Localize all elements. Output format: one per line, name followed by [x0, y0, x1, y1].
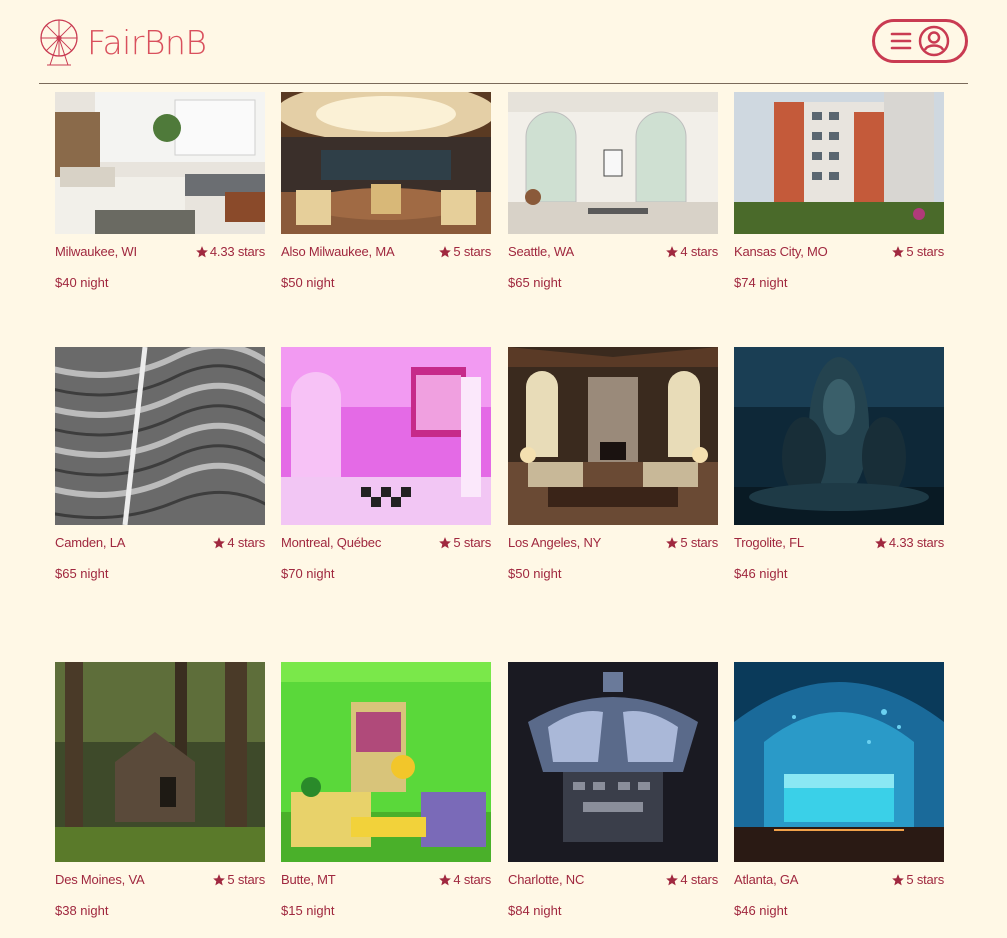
listing-rating: 4 stars: [665, 872, 718, 887]
listing-card[interactable]: Kansas City, MO 5 stars $74 night: [734, 92, 944, 290]
star-icon: [439, 536, 452, 548]
listing-photo[interactable]: [508, 92, 718, 234]
listing-rating: 5 stars: [665, 535, 718, 550]
listing-price: $70 night: [281, 566, 335, 581]
listing-price: $46 night: [734, 566, 788, 581]
listing-price: $65 night: [508, 275, 562, 290]
listing-price: $65 night: [55, 566, 109, 581]
listing-location: Des Moines, VA: [55, 872, 145, 887]
site-header: FairBnB: [39, 0, 968, 84]
listing-card[interactable]: Camden, LA 4 stars $65 night: [55, 347, 265, 581]
star-icon: [666, 536, 679, 548]
star-icon: [213, 873, 226, 885]
listing-card[interactable]: Charlotte, NC 4 stars $84 night: [508, 662, 718, 918]
star-icon: [439, 873, 452, 885]
listing-price: $84 night: [508, 903, 562, 918]
listing-price: $74 night: [734, 275, 788, 290]
rating-text: 4 stars: [227, 535, 265, 550]
listing-location: Camden, LA: [55, 535, 126, 550]
listing-rating: 5 stars: [891, 872, 944, 887]
listing-card[interactable]: Atlanta, GA 5 stars $46 night: [734, 662, 944, 918]
listing-rating: 5 stars: [438, 535, 491, 550]
star-icon: [666, 873, 679, 885]
listing-price: $46 night: [734, 903, 788, 918]
rating-text: 5 stars: [453, 535, 491, 550]
listing-price: $15 night: [281, 903, 335, 918]
listing-card[interactable]: Also Milwaukee, MA 5 stars $50 night: [281, 92, 491, 290]
star-icon: [892, 245, 905, 257]
rating-text: 5 stars: [680, 535, 718, 550]
listing-photo[interactable]: [281, 662, 491, 862]
listing-rating: 4.33 stars: [195, 244, 265, 259]
listing-location: Butte, MT: [281, 872, 336, 887]
star-icon: [213, 536, 226, 548]
ferris-wheel-icon: [40, 19, 78, 66]
listing-location: Milwaukee, WI: [55, 244, 137, 259]
listing-photo[interactable]: [55, 92, 265, 234]
listing-location: Also Milwaukee, MA: [281, 244, 395, 259]
listing-rating: 5 stars: [891, 244, 944, 259]
user-circle-icon: [918, 25, 950, 57]
rating-text: 4.33 stars: [888, 535, 944, 550]
listing-card[interactable]: Seattle, WA 4 stars $65 night: [508, 92, 718, 290]
listing-price: $40 night: [55, 275, 109, 290]
listing-photo[interactable]: [734, 662, 944, 862]
listing-price: $38 night: [55, 903, 109, 918]
rating-text: 4.33 stars: [209, 244, 265, 259]
listing-location: Charlotte, NC: [508, 872, 585, 887]
star-icon: [196, 245, 208, 257]
listing-photo[interactable]: [734, 92, 944, 234]
listing-photo[interactable]: [734, 347, 944, 525]
listing-price: $50 night: [508, 566, 562, 581]
listing-rating: 4.33 stars: [874, 535, 944, 550]
logo[interactable]: FairBnB: [39, 18, 207, 66]
logo-text: FairBnB: [87, 22, 207, 62]
rating-text: 5 stars: [227, 872, 265, 887]
listing-price: $50 night: [281, 275, 335, 290]
star-icon: [875, 536, 887, 548]
listing-photo[interactable]: [55, 662, 265, 862]
listing-photo[interactable]: [508, 662, 718, 862]
rating-text: 5 stars: [906, 244, 944, 259]
listing-location: Atlanta, GA: [734, 872, 799, 887]
listing-photo[interactable]: [281, 92, 491, 234]
listing-card[interactable]: Montreal, Québec 5 stars $70 night: [281, 347, 491, 581]
listing-card[interactable]: Butte, MT 4 stars $15 night: [281, 662, 491, 918]
user-menu-button[interactable]: [872, 19, 968, 63]
listing-rating: 5 stars: [438, 244, 491, 259]
listing-card[interactable]: Trogolite, FL 4.33 stars $46 night: [734, 347, 944, 581]
rating-text: 4 stars: [680, 872, 718, 887]
listing-photo[interactable]: [281, 347, 491, 525]
rating-text: 5 stars: [906, 872, 944, 887]
listing-rating: 4 stars: [212, 535, 265, 550]
listing-location: Trogolite, FL: [734, 535, 804, 550]
rating-text: 4 stars: [453, 872, 491, 887]
listing-location: Seattle, WA: [508, 244, 574, 259]
hamburger-icon: [890, 32, 912, 50]
star-icon: [892, 873, 905, 885]
star-icon: [439, 245, 452, 257]
listing-card[interactable]: Des Moines, VA 5 stars $38 night: [55, 662, 265, 918]
listing-location: Los Angeles, NY: [508, 535, 602, 550]
listing-photo[interactable]: [55, 347, 265, 525]
listing-location: Kansas City, MO: [734, 244, 828, 259]
listing-rating: 4 stars: [665, 244, 718, 259]
rating-text: 4 stars: [680, 244, 718, 259]
listing-card[interactable]: Milwaukee, WI 4.33 stars $40 night: [55, 92, 265, 290]
listing-location: Montreal, Québec: [281, 535, 382, 550]
rating-text: 5 stars: [453, 244, 491, 259]
listing-rating: 5 stars: [212, 872, 265, 887]
listing-rating: 4 stars: [438, 872, 491, 887]
star-icon: [666, 245, 679, 257]
listing-card[interactable]: Los Angeles, NY 5 stars $50 night: [508, 347, 718, 581]
listing-photo[interactable]: [508, 347, 718, 525]
